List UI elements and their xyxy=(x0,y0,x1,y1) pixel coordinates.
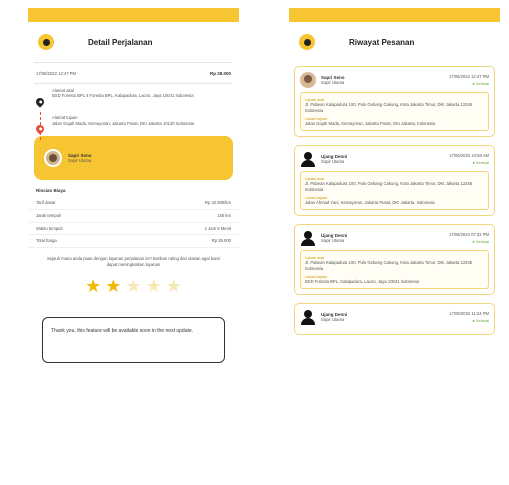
order-card[interactable]: Ujang Denni Sopir Utama 17/06/2022 07:32 P… xyxy=(294,224,495,296)
route-box: Lokasi asal Jl. Pabean Kalapadura 100, Pu… xyxy=(300,171,489,211)
rating-stars[interactable]: ★ ★ ★ ★ ★ xyxy=(28,271,239,301)
driver-role: Sopir Utama xyxy=(321,316,345,322)
rating-prompt: Sejauh mana anda puas dengan layanan per… xyxy=(47,256,220,267)
order-header: Ujang Denni Sopir Utama 17/06/2022 07:32 P… xyxy=(300,230,489,247)
dropoff-block: Alamat tujuan Jalan Gajah Mada, Kemayora… xyxy=(34,115,231,135)
page-title: Riwayat Pesanan xyxy=(349,37,415,47)
route-box: Lokasi asal Jl. Pabean Kalapadura 100, Pu… xyxy=(300,92,489,132)
order-card[interactable]: Ujang Denni Sopir Utama 17/06/2022 11:24 P… xyxy=(294,303,495,336)
order-header: Ujang Denni Sopir Utama 17/06/2022 10:58 A… xyxy=(300,151,489,168)
status-label: Selesai xyxy=(475,81,489,87)
route-box: Lokasi asal Jl. Pabean Kalapadura 100, Pu… xyxy=(300,250,489,290)
order-card[interactable]: Sapri Seno Sopir Utama 17/06/2022 12:47 PM… xyxy=(294,66,495,138)
detail-row: Jarak tempuh 150 km xyxy=(28,210,239,223)
status-badge: ● Selesai xyxy=(472,81,489,87)
pickup-address: BSD Foresta BPL 4 Foresta BPL, Kalapadur… xyxy=(52,93,194,99)
app-logo-icon[interactable] xyxy=(299,34,315,50)
to-address: Jalan Gajah Mada, Kemayoran, Jakarta Pus… xyxy=(305,121,436,127)
pickup-block: Alamat asal BSD Foresta BPL 4 Foresta BP… xyxy=(34,88,231,108)
order-date: 17/06/2022 07:32 PM xyxy=(448,231,489,237)
detail-value: Rp 28.000 xyxy=(211,238,231,244)
from-address: Jl. Pabean Kalapadura 100, Pulo Gebang C… xyxy=(305,260,473,271)
detail-label: Waktu tempuh xyxy=(36,225,63,231)
order-card[interactable]: Ujang Denni Sopir Utama 17/06/2022 10:58 A… xyxy=(294,145,495,217)
app-bar: Riwayat Pesanan xyxy=(289,22,500,62)
dropoff-address: Jalan Gajah Mada, Kemayoran, Jakarta Pus… xyxy=(52,120,194,126)
app-bar: Detail Perjalanan xyxy=(28,22,239,62)
star-icon[interactable]: ★ xyxy=(166,277,182,295)
detail-value: Rp 22.800/km xyxy=(204,200,231,206)
star-icon[interactable]: ★ xyxy=(125,277,141,295)
details-list: Tarif dasar Rp 22.800/km Jarak tempuh 150 k… xyxy=(28,197,239,249)
trip-price: Rp 28.000 xyxy=(209,71,231,76)
route-section: Alamat asal BSD Foresta BPL 4 Foresta BP… xyxy=(28,84,239,140)
detail-label: Jarak tempuh xyxy=(36,213,62,219)
to-address: Jalan Ahmad Yani, Kemayoran, Jakarta Pus… xyxy=(305,200,435,206)
driver-role: Sopir Utama xyxy=(321,158,345,164)
status-bar xyxy=(28,8,239,22)
driver-role: Sopir Utama xyxy=(321,237,345,243)
star-icon[interactable]: ★ xyxy=(146,277,162,295)
status-badge: ● Selesai xyxy=(472,239,489,245)
order-date: 17/06/2022 12:47 PM xyxy=(448,73,489,79)
details-title: Rincian Biaya xyxy=(36,188,66,194)
from-address: Jl. Pabean Kalapadura 100, Pulo Gebang C… xyxy=(305,181,473,192)
detail-row: Total harga Rp 28.000 xyxy=(28,235,239,249)
trip-detail-screen: Detail Perjalanan 17/06/2022 12:47 PM Rp… xyxy=(28,8,239,478)
detail-row: Waktu tempuh 1 Jam 5 Menit xyxy=(28,223,239,236)
driver-role: Sopir Utama xyxy=(321,79,345,85)
app-logo-icon[interactable] xyxy=(38,34,54,50)
status-label: Selesai xyxy=(475,239,489,245)
detail-value: 150 km xyxy=(217,213,231,219)
detail-label: Total harga xyxy=(36,238,57,244)
order-date: 17/06/2022 10:58 AM xyxy=(449,152,489,158)
feedback-box: Thank you, this feature will be availabl… xyxy=(42,317,225,364)
status-bar xyxy=(289,8,500,22)
driver-role: Sopir Utama xyxy=(68,158,92,164)
star-icon[interactable]: ★ xyxy=(105,277,121,295)
page-title: Detail Perjalanan xyxy=(88,37,153,47)
to-address: BSD Foresta BPL, Kalapadura, Lacno, Jaya… xyxy=(305,279,419,285)
detail-value: 1 Jam 5 Menit xyxy=(204,225,231,231)
status-badge: ● Selesai xyxy=(472,160,489,166)
order-header: Sapri Seno Sopir Utama 17/06/2022 12:47 PM… xyxy=(300,72,489,88)
dropoff-pin-icon xyxy=(34,123,46,135)
trip-header: 17/06/2022 12:47 PM Rp 28.000 xyxy=(28,63,239,83)
driver-card[interactable]: Sapri Seno Sopir Utama xyxy=(34,136,233,181)
user-icon xyxy=(300,151,316,168)
status-label: Selesai xyxy=(475,318,489,324)
detail-row: Tarif dasar Rp 22.800/km xyxy=(28,197,239,211)
order-date: 17/06/2022 11:24 PM xyxy=(449,310,489,316)
order-list: Sapri Seno Sopir Utama 17/06/2022 12:47 PM… xyxy=(289,66,500,336)
pickup-pin-icon xyxy=(34,96,46,108)
star-icon[interactable]: ★ xyxy=(85,277,101,295)
driver-avatar xyxy=(44,149,62,168)
user-icon xyxy=(300,309,316,326)
from-address: Jl. Pabean Kalapadura 100, Pulo Gebang C… xyxy=(305,102,473,113)
trip-date: 17/06/2022 12:47 PM xyxy=(36,71,77,76)
order-history-screen: Riwayat Pesanan Sapri Seno Sopir Utama 17/… xyxy=(289,8,500,485)
user-icon xyxy=(300,230,316,247)
status-badge: ● Selesai xyxy=(472,318,489,324)
driver-avatar xyxy=(300,72,316,88)
detail-label: Tarif dasar xyxy=(36,200,56,206)
order-header: Ujang Denni Sopir Utama 17/06/2022 11:24 P… xyxy=(300,309,489,326)
status-label: Selesai xyxy=(475,160,489,166)
